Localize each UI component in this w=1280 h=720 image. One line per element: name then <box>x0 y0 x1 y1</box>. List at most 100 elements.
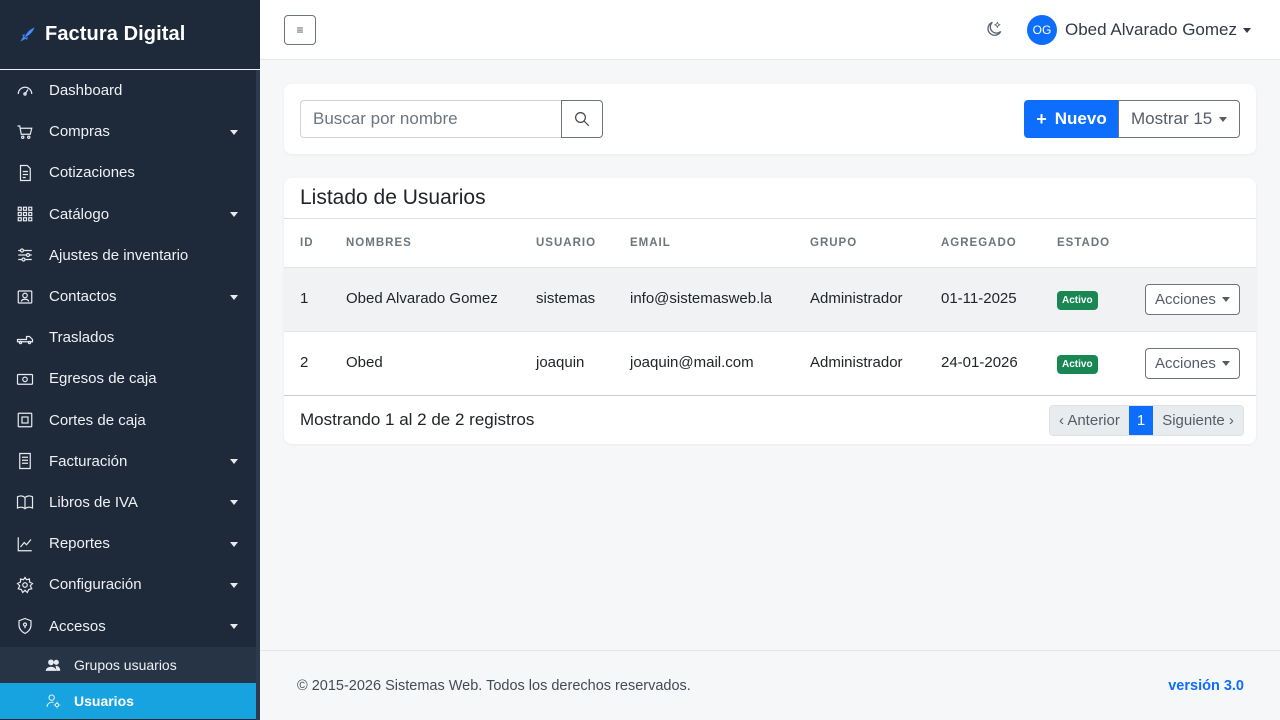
table-row: 2 Obed joaquin joaquin@mail.com Administ… <box>284 331 1256 395</box>
cell-email: info@sistemasweb.la <box>630 290 772 307</box>
sidebar-toggle-button[interactable]: ≡ <box>284 15 316 45</box>
book-icon <box>16 493 34 511</box>
document-icon <box>16 164 34 182</box>
sidebar-item-compras[interactable]: Compras <box>0 111 260 152</box>
sidebar-item-label: Compras <box>49 123 110 141</box>
plus-icon: + <box>1036 108 1047 129</box>
gear-icon <box>16 576 34 594</box>
user-menu[interactable]: OG Obed Alvarado Gomez <box>1027 15 1251 45</box>
version-link[interactable]: versión 3.0 <box>1168 678 1244 694</box>
column-header-grupo: GRUPO <box>810 237 858 249</box>
contact-icon <box>16 288 34 306</box>
cash-icon <box>16 370 34 388</box>
sidebar-item-label: Ajustes de inventario <box>49 246 189 264</box>
pagination-page-current[interactable]: 1 <box>1128 406 1154 435</box>
user-gear-icon <box>45 693 61 709</box>
sidebar-scrollbar[interactable] <box>256 70 260 720</box>
sidebar-subitem-label: Grupos usuarios <box>74 656 177 673</box>
sidebar-subitem-usuarios[interactable]: Usuarios <box>0 682 256 719</box>
cell-grupo: Administrador <box>810 354 903 371</box>
sidebar-item-cotizaciones[interactable]: Cotizaciones <box>0 152 260 193</box>
sidebar-item-label: Contactos <box>49 288 117 306</box>
sidebar-item-label: Libros de IVA <box>49 493 138 511</box>
column-header-agregado: AGREGADO <box>941 237 1017 249</box>
chevron-down-icon <box>230 541 238 547</box>
sidebar-item-libros-iva[interactable]: Libros de IVA <box>0 482 260 523</box>
sidebar-nav: Dashboard Compras Cotizaciones Catálogo … <box>0 70 260 647</box>
sidebar-item-egresos-caja[interactable]: Egresos de caja <box>0 358 260 399</box>
chevron-down-icon <box>230 212 238 218</box>
sidebar-item-reportes[interactable]: Reportes <box>0 523 260 564</box>
sidebar-item-cortes-caja[interactable]: Cortes de caja <box>0 400 260 441</box>
chevron-down-icon <box>230 624 238 630</box>
chevron-down-icon <box>230 582 238 588</box>
toolbar-card: + Nuevo Mostrar 15 <box>284 84 1256 154</box>
column-header-email: EMAIL <box>630 237 671 249</box>
rocket-icon <box>17 25 37 45</box>
column-header-usuario: USUARIO <box>536 237 597 249</box>
chevron-down-icon <box>230 294 238 300</box>
actions-dropdown[interactable]: Acciones <box>1145 284 1240 315</box>
shield-icon <box>16 617 34 635</box>
chevron-down-icon <box>230 459 238 465</box>
cell-nombres: Obed Alvarado Gomez <box>346 290 498 307</box>
sidebar-item-accesos[interactable]: Accesos <box>0 605 260 646</box>
cell-agregado: 01-11-2025 <box>941 290 1017 307</box>
cell-id: 2 <box>300 354 309 371</box>
chevron-down-icon <box>1219 116 1228 122</box>
page-footer: © 2015-2026 Sistemas Web. Todos los dere… <box>260 650 1280 720</box>
sidebar-item-label: Dashboard <box>49 82 123 100</box>
cell-usuario: joaquin <box>536 354 585 371</box>
search-icon <box>575 112 590 127</box>
actions-dropdown[interactable]: Acciones <box>1145 348 1240 379</box>
users-icon <box>45 657 61 673</box>
sidebar-subitem-label: Usuarios <box>74 692 134 709</box>
truck-icon <box>16 329 34 347</box>
show-count-dropdown[interactable]: Mostrar 15 <box>1118 100 1240 138</box>
column-header-nombres: NOMBRES <box>346 237 412 249</box>
grid-icon <box>16 205 34 223</box>
user-name: Obed Alvarado Gomez <box>1065 20 1237 39</box>
register-icon <box>16 411 34 429</box>
brand[interactable]: Factura Digital <box>0 0 260 70</box>
sidebar-item-facturacion[interactable]: Facturación <box>0 441 260 482</box>
status-badge: Activo <box>1057 291 1098 310</box>
sidebar-item-label: Cortes de caja <box>49 411 146 429</box>
sidebar-item-catalogo[interactable]: Catálogo <box>0 194 260 235</box>
topbar: ≡ OG Obed Alvarado Gomez <box>260 0 1280 60</box>
divider <box>284 218 1256 219</box>
show-count-label: Mostrar 15 <box>1131 109 1213 128</box>
sidebar-subitem-grupos-usuarios[interactable]: Grupos usuarios <box>0 647 260 683</box>
moon-icon[interactable] <box>984 19 1006 41</box>
pagination-next[interactable]: Siguiente › <box>1153 406 1243 435</box>
cell-usuario: sistemas <box>536 290 596 307</box>
sidebar-item-ajustes-inventario[interactable]: Ajustes de inventario <box>0 235 260 276</box>
table-title: Listado de Usuarios <box>300 186 486 209</box>
sidebar-item-dashboard[interactable]: Dashboard <box>0 70 260 111</box>
pagination-prev[interactable]: ‹ Anterior <box>1050 406 1129 435</box>
cell-agregado: 24-01-2026 <box>941 354 1018 371</box>
status-badge: Activo <box>1057 355 1098 374</box>
chart-icon <box>16 535 34 553</box>
sidebar-item-contactos[interactable]: Contactos <box>0 276 260 317</box>
sidebar-item-traslados[interactable]: Traslados <box>0 317 260 358</box>
sidebar-item-label: Cotizaciones <box>49 164 135 182</box>
copyright-text: © 2015-2026 Sistemas Web. Todos los dere… <box>297 678 691 694</box>
new-button[interactable]: + Nuevo <box>1024 100 1119 138</box>
search-input[interactable] <box>300 100 562 138</box>
dashboard-icon <box>16 82 34 100</box>
accesos-submenu: Grupos usuarios Usuarios <box>0 646 260 719</box>
cell-email: joaquin@mail.com <box>630 354 754 371</box>
sidebar-item-label: Configuración <box>49 576 142 594</box>
chevron-down-icon <box>230 500 238 506</box>
pagination: ‹ Anterior 1 Siguiente › <box>1049 405 1244 436</box>
search-button[interactable] <box>561 100 603 138</box>
chevron-down-icon <box>1221 361 1230 366</box>
receipt-icon <box>16 452 34 470</box>
sidebar-item-label: Traslados <box>49 329 115 347</box>
column-header-estado: ESTADO <box>1057 237 1111 249</box>
chevron-down-icon <box>230 129 238 135</box>
chevron-down-icon <box>1242 27 1251 33</box>
sidebar-item-configuracion[interactable]: Configuración <box>0 564 260 605</box>
sliders-icon <box>16 246 34 264</box>
